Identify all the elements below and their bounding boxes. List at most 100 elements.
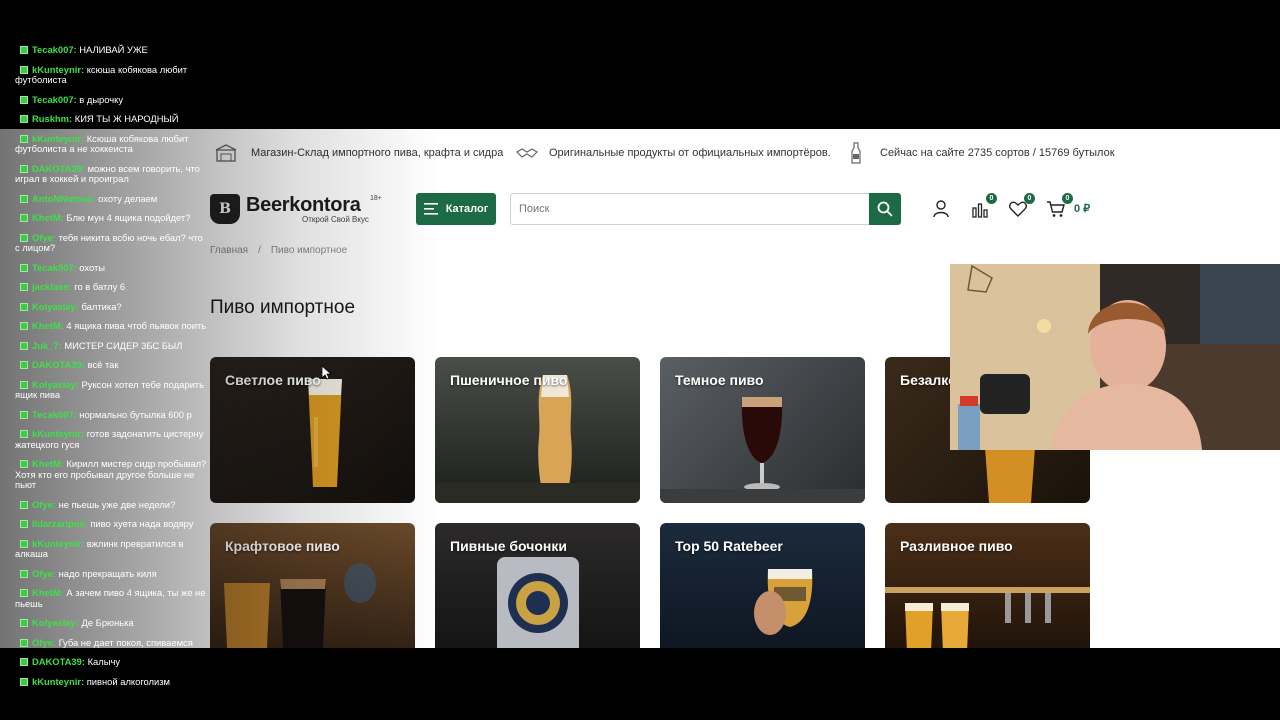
stream-chat: Tecak007: НАЛИВАЙ УЖЕ kKunteynir: ксюша к… — [15, 44, 207, 696]
chat-text: 4 ящика пива чтоб пьявок поить — [66, 320, 207, 331]
category-card-light[interactable]: Светлое пиво — [210, 357, 415, 503]
chat-username: Kolyaslay — [32, 617, 76, 628]
chat-badge-icon — [20, 322, 28, 330]
chat-username: jacklass — [32, 281, 69, 292]
chat-message: Kolyaslay: балтика? — [15, 300, 207, 313]
age-restriction: 18+ — [370, 195, 382, 202]
chat-username: DAKOTA39 — [32, 359, 82, 370]
chat-message: kKunteynir: вжлинк превратился в алкаша — [15, 537, 207, 560]
chat-username: Ruskhm — [32, 113, 69, 124]
category-card-dark[interactable]: Темное пиво — [660, 357, 865, 503]
chat-message: DAKOTA39: всё так — [15, 359, 207, 371]
chat-message: Kolyaslay: Руксон хотел тебе подарить ящ… — [15, 379, 207, 401]
chat-text: охоты — [79, 261, 105, 273]
chat-username: KhetM — [32, 320, 61, 331]
chat-badge-icon — [20, 302, 28, 311]
chat-badge-icon — [20, 658, 28, 666]
topbar-warehouse: Магазин-Склад импортного пива, крафта и … — [215, 143, 503, 163]
chat-message: Ruskhm: КИЯ ТЫ Ж НАРОДНЫЙ — [15, 113, 207, 125]
chat-text: Блю мун 4 ящика подойдет? — [66, 212, 191, 223]
chat-message: DAKOTA39: Калычу — [15, 656, 207, 668]
cart-button[interactable]: 0 — [1044, 193, 1073, 221]
chat-message: Tecak007: в дырочку — [15, 93, 207, 106]
chat-message: Ildarzaripov: пиво хуета нада водяру — [15, 518, 207, 530]
compare-button[interactable]: 0 — [968, 193, 997, 221]
category-card-wheat[interactable]: Пшеничное пиво — [435, 357, 640, 503]
chat-text: в дырочку — [79, 93, 124, 105]
chat-badge-icon — [20, 65, 28, 74]
catalog-button[interactable]: Каталог — [416, 193, 496, 225]
breadcrumb-current: Пиво импортное — [270, 245, 348, 256]
chat-username: kKunteynir — [32, 63, 81, 75]
chat-badge-icon — [20, 500, 28, 509]
chat-badge-icon — [20, 214, 28, 222]
chat-text: пиво хуета нада водяру — [90, 518, 194, 529]
chat-badge-icon — [20, 233, 28, 242]
search-input[interactable] — [510, 193, 871, 225]
chat-badge-icon — [20, 341, 28, 350]
chat-badge-icon — [20, 95, 28, 104]
chat-message: jacklass: го в батлу 6 — [15, 281, 207, 293]
category-card-craft[interactable]: Крафтовое пиво — [210, 523, 415, 648]
site-logo[interactable]: B Beerkontora Открой Свой Вкус 18+ — [210, 193, 382, 225]
category-label: Пивные бочонки — [450, 538, 567, 554]
chat-message: kKunteynir: готов задонатить цистерну жа… — [15, 428, 207, 450]
chat-badge-icon — [20, 164, 28, 173]
chat-badge-icon — [20, 46, 28, 54]
chat-message: Ofye: не пьешь уже две недели? — [15, 498, 207, 511]
chat-username: kKunteynir — [32, 675, 81, 687]
chat-username: Ildarzaripov — [32, 518, 85, 529]
category-card-draft[interactable]: Разливное пиво — [885, 523, 1090, 648]
favorites-button[interactable]: 0 — [1006, 193, 1035, 221]
chat-badge-icon — [20, 638, 28, 647]
chat-message: AntoNNotona: охоту делаем — [15, 192, 207, 205]
chat-badge-icon — [20, 115, 28, 123]
search-icon — [877, 201, 893, 217]
chat-username: KhetM — [32, 458, 61, 469]
chat-text: Де Брюнька — [81, 617, 134, 628]
chat-text: го в батлу 6 — [74, 281, 126, 292]
breadcrumb: Главная / Пиво импортное — [210, 245, 347, 256]
chat-badge-icon — [20, 263, 28, 272]
chat-text: надо прекращать киля — [58, 567, 157, 579]
category-label: Светлое пиво — [225, 372, 321, 388]
favorites-count: 0 — [1024, 193, 1035, 204]
chat-text: пивной алкоголизм — [86, 675, 171, 687]
chat-text: охоту делаем — [98, 192, 158, 204]
chat-message: DAKOTA39: можно всем говорить, что играл… — [15, 163, 207, 185]
chat-username: Juk_7 — [32, 339, 59, 351]
category-label: Top 50 Ratebeer — [675, 538, 783, 554]
chat-text: не пьешь уже две недели? — [58, 498, 176, 510]
chat-username: AntoNNotona — [32, 192, 93, 204]
cart-count: 0 — [1062, 193, 1073, 204]
chat-text: нормально бутылка 600 р — [79, 408, 192, 420]
chat-text: Калычу — [87, 656, 121, 667]
chat-username: Tecak007 — [32, 93, 74, 105]
chat-badge-icon — [20, 380, 28, 389]
category-label: Пшеничное пиво — [450, 372, 568, 388]
chat-badge-icon — [20, 194, 28, 203]
chat-message: Tecak007: НАЛИВАЙ УЖЕ — [15, 44, 207, 56]
chat-message: kKunteynir: ксюша кобякова любит футболи… — [15, 63, 207, 86]
category-card-top50[interactable]: Top 50 Ratebeer — [660, 523, 865, 648]
chat-badge-icon — [20, 410, 28, 419]
chat-message: KhetM: Блю мун 4 ящика подойдет? — [15, 212, 207, 224]
chat-text: НАЛИВАЙ УЖЕ — [79, 44, 148, 55]
logo-badge-icon: B — [210, 194, 240, 224]
chat-text: балтика? — [81, 300, 122, 312]
logo-slogan: Открой Свой Вкус — [302, 214, 369, 224]
account-button[interactable] — [929, 197, 953, 221]
breadcrumb-home[interactable]: Главная — [210, 245, 248, 256]
chat-message: KhetM: А зачем пиво 4 ящика, ты же не пь… — [15, 587, 207, 609]
search-button[interactable] — [869, 193, 901, 225]
chat-username: kKunteynir — [32, 537, 81, 549]
chat-username: Ofye — [32, 567, 53, 579]
chat-username: Ofye — [32, 231, 53, 243]
chat-badge-icon — [20, 283, 28, 291]
chat-message: KhetM: Кирилл мистер сидр пробывал? Хотя… — [15, 458, 207, 491]
chat-badge-icon — [20, 589, 28, 597]
user-icon — [933, 200, 949, 218]
chat-badge-icon — [20, 134, 28, 143]
chat-text: МИСТЕР СИДЕР 3БС БЫЛ — [64, 339, 183, 351]
category-card-kegs[interactable]: Пивные бочонки — [435, 523, 640, 648]
